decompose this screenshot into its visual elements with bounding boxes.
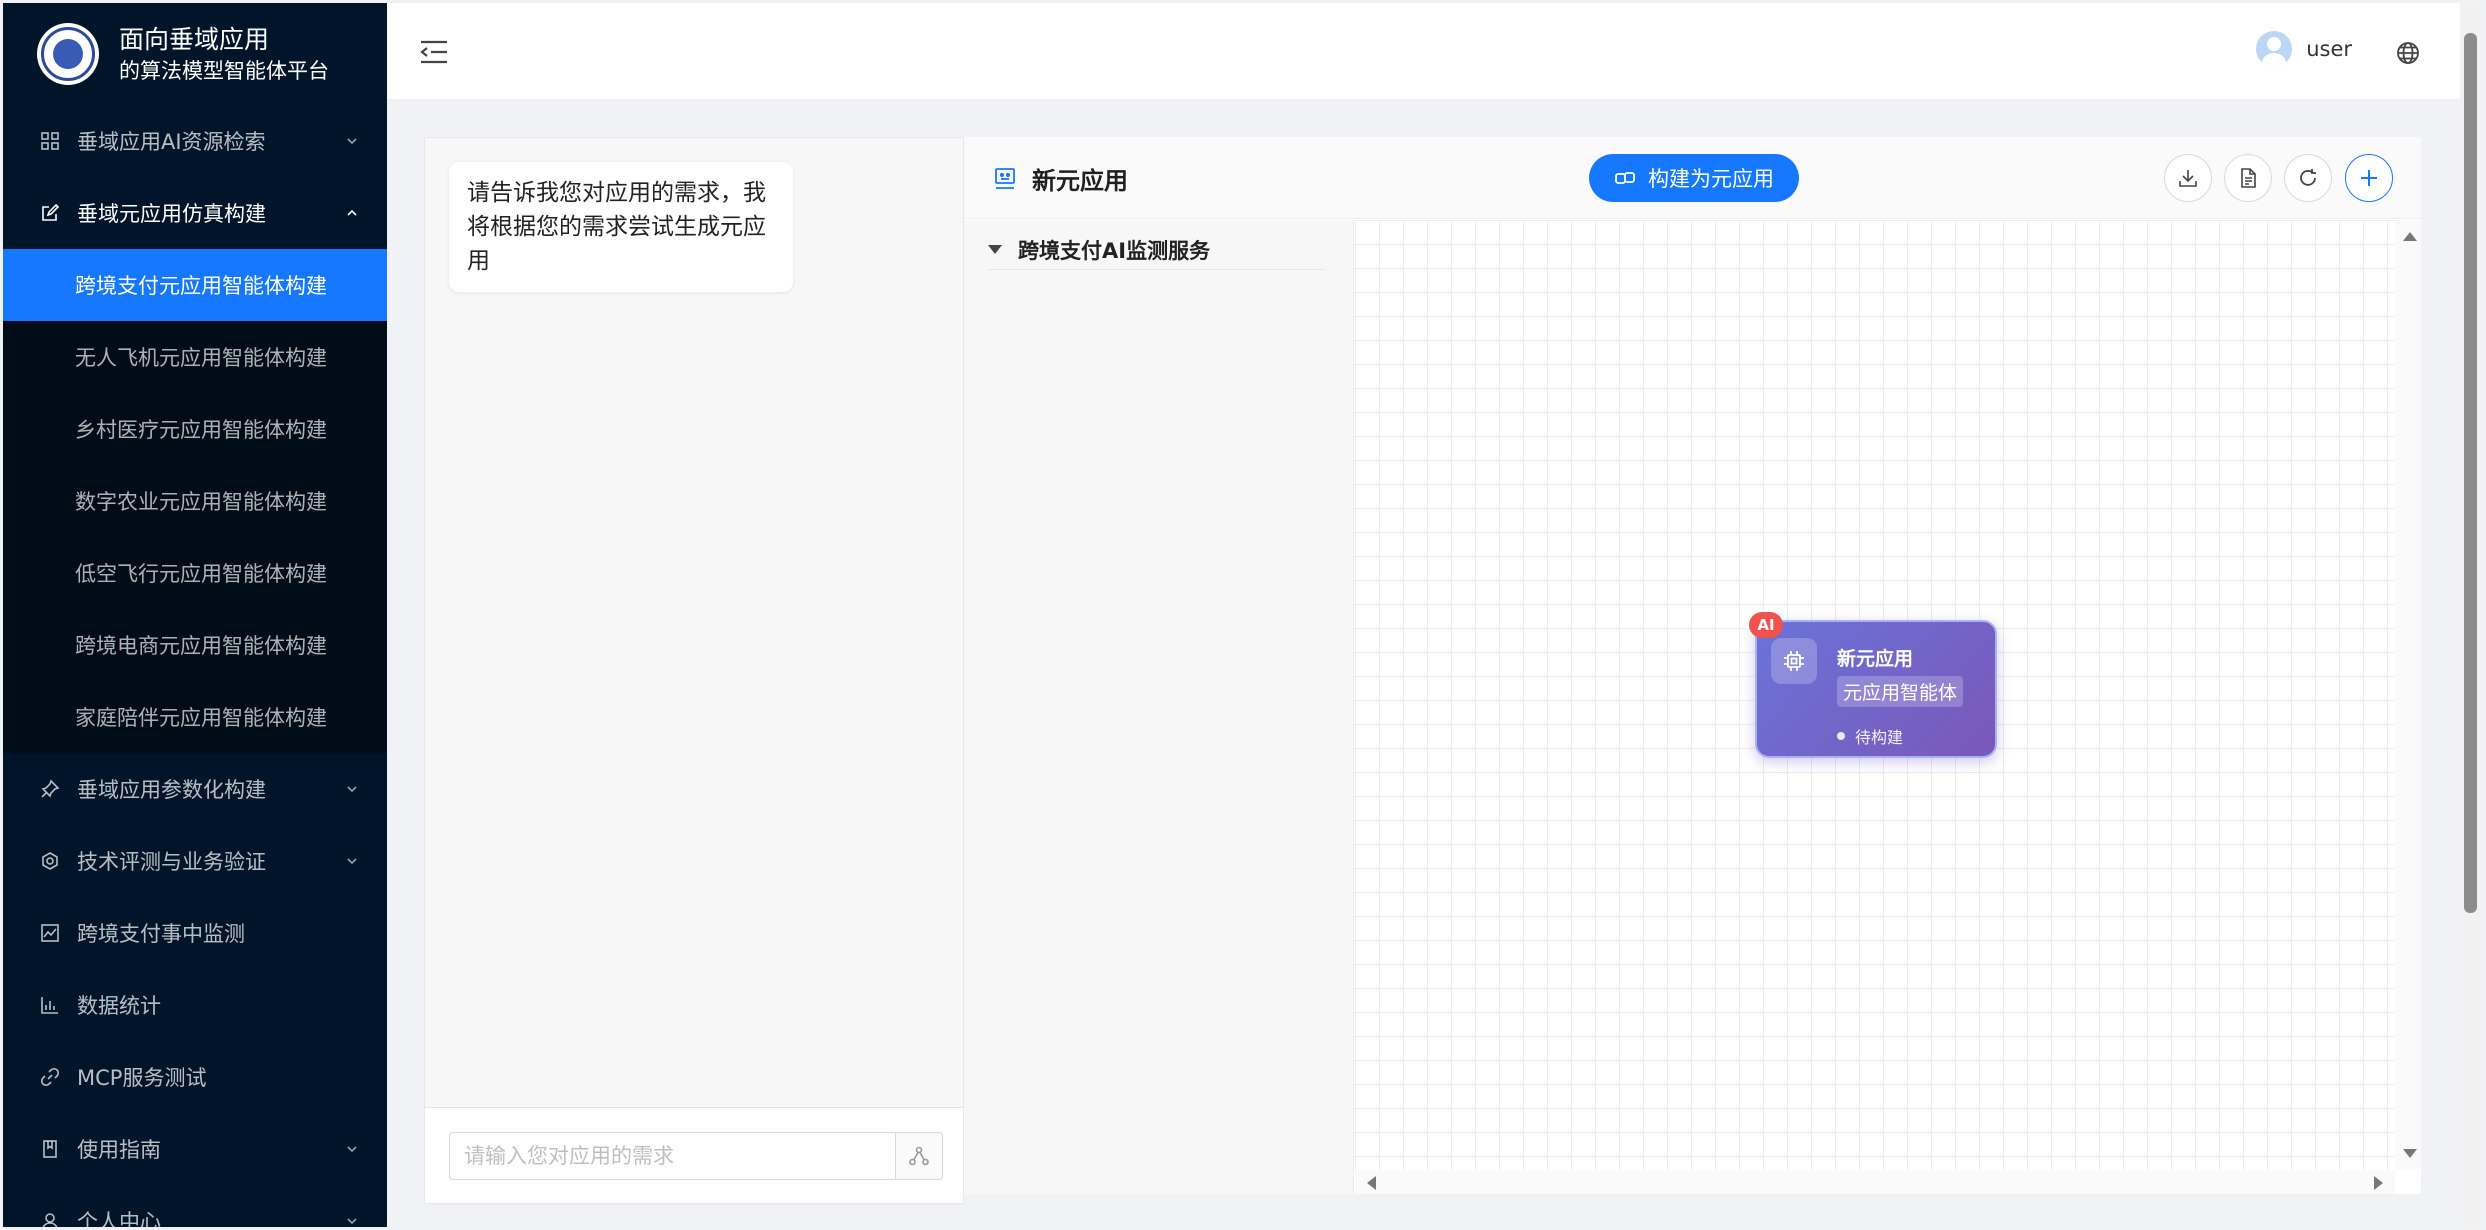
chip-icon [1771,638,1817,684]
edit-icon [39,202,61,224]
university-logo [37,23,99,85]
canvas-vertical-scrollbar[interactable] [2395,220,2421,1170]
top-header: user [387,3,2460,99]
line-chart-icon [39,922,61,944]
document-button[interactable] [2224,154,2272,202]
service-tree: 跨境支付AI监测服务 [964,220,1354,1194]
submenu-item-low-altitude-flight[interactable]: 低空飞行元应用智能体构建 [3,537,387,609]
submenu-item-cross-border-ecommerce[interactable]: 跨境电商元应用智能体构建 [3,609,387,681]
bar-chart-icon [39,994,61,1016]
link-icon [39,1066,61,1088]
grid-icon [39,130,61,152]
node-status-text: 待构建 [1855,728,1904,747]
chevron-down-icon [345,1214,359,1227]
menu-item-personal-center[interactable]: 个人中心 [3,1185,387,1227]
meta-app-node[interactable]: AI 新元应用 元应用智能体 待构建 [1749,612,1997,758]
download-icon [2179,170,2197,187]
book-icon [39,1138,61,1160]
canvas-toolbar: 新元应用 构建为元应用 [964,137,2421,219]
globe-icon[interactable] [2396,41,2420,65]
user-icon [39,1210,61,1227]
canvas-panel: 新元应用 构建为元应用 跨境支付AI监测服务 [964,137,2421,1194]
user-menu[interactable]: user [2256,31,2352,67]
nodes-icon [909,1146,929,1166]
menu-item-payment-monitoring[interactable]: 跨境支付事中监测 [3,897,387,969]
menu-item-user-guide[interactable]: 使用指南 [3,1113,387,1185]
scroll-up-arrow-icon[interactable] [2403,232,2417,241]
menu-item-mcp-test[interactable]: MCP服务测试 [3,1041,387,1113]
node-status: 待构建 [1837,724,1903,748]
robot-icon [995,167,1015,189]
pin-icon [39,778,61,800]
refresh-button[interactable] [2284,154,2332,202]
tree-node-cross-border-ai-monitoring[interactable]: 跨境支付AI监测服务 [988,234,1326,270]
bot-message: 请告诉我您对应用的需求，我将根据您的需求尝试生成元应用 [449,162,793,292]
submenu-item-home-companion[interactable]: 家庭陪伴元应用智能体构建 [3,681,387,753]
menu-item-statistics[interactable]: 数据统计 [3,969,387,1041]
scroll-right-arrow-icon[interactable] [2374,1176,2383,1190]
scroll-down-arrow-icon[interactable] [2403,1149,2417,1158]
build-as-meta-app-button[interactable]: 构建为元应用 [1589,154,1799,202]
submenu-meta-app-build: 跨境支付元应用智能体构建 无人飞机元应用智能体构建 乡村医疗元应用智能体构建 数… [3,249,387,753]
page-scrollbar[interactable] [2460,3,2483,1227]
ai-badge: AI [1749,612,1783,638]
chevron-down-icon [345,782,359,796]
menu-fold-icon[interactable] [419,39,449,65]
brand: 面向垂域应用 的算法模型智能体平台 [3,3,387,105]
chevron-down-icon [345,1142,359,1156]
chevron-down-icon [345,134,359,148]
username: user [2306,37,2352,61]
status-dot [1837,732,1845,740]
submenu-item-rural-medical[interactable]: 乡村医疗元应用智能体构建 [3,393,387,465]
add-button[interactable] [2345,154,2393,202]
node-title: 新元应用 [1837,648,1914,670]
canvas-horizontal-scrollbar[interactable] [1355,1170,2395,1194]
menu-item-meta-app-build[interactable]: 垂域元应用仿真构建 [3,177,387,249]
menu-item-parametric-build[interactable]: 垂域应用参数化构建 [3,753,387,825]
submenu-item-cross-border-payment[interactable]: 跨境支付元应用智能体构建 [3,249,387,321]
scroll-left-arrow-icon[interactable] [1367,1176,1376,1190]
chat-panel: 请告诉我您对应用的需求，我将根据您的需求尝试生成元应用 [424,137,964,1204]
submenu-item-drone[interactable]: 无人飞机元应用智能体构建 [3,321,387,393]
sidebar: 面向垂域应用 的算法模型智能体平台 垂域应用AI资源检索 垂域元应用仿真构建 跨… [3,3,387,1227]
requirement-input[interactable] [449,1132,896,1180]
chevron-down-icon [345,854,359,868]
brand-title: 面向垂域应用 [119,24,270,54]
brand-subtitle: 的算法模型智能体平台 [119,58,329,83]
menu-item-evaluation[interactable]: 技术评测与业务验证 [3,825,387,897]
badge-icon [39,850,61,872]
brand-text: 面向垂域应用 的算法模型智能体平台 [119,23,329,85]
file-text-icon [2241,168,2256,188]
menu-item-ai-resource-search[interactable]: 垂域应用AI资源检索 [3,105,387,177]
chat-input-bar [425,1107,963,1203]
canvas-title: 新元应用 [994,161,1128,196]
avatar [2256,31,2293,67]
send-button[interactable] [895,1132,943,1180]
plus-icon [2361,170,2377,186]
download-button[interactable] [2164,154,2212,202]
chevron-up-icon [345,206,359,220]
node-type-tag: 元应用智能体 [1837,676,1964,707]
page-scrollbar-thumb[interactable] [2464,33,2477,913]
submenu-item-digital-agriculture[interactable]: 数字农业元应用智能体构建 [3,465,387,537]
reload-icon [2300,169,2316,186]
link-blocks-icon [1615,172,1635,184]
caret-down-icon[interactable] [988,245,1002,254]
